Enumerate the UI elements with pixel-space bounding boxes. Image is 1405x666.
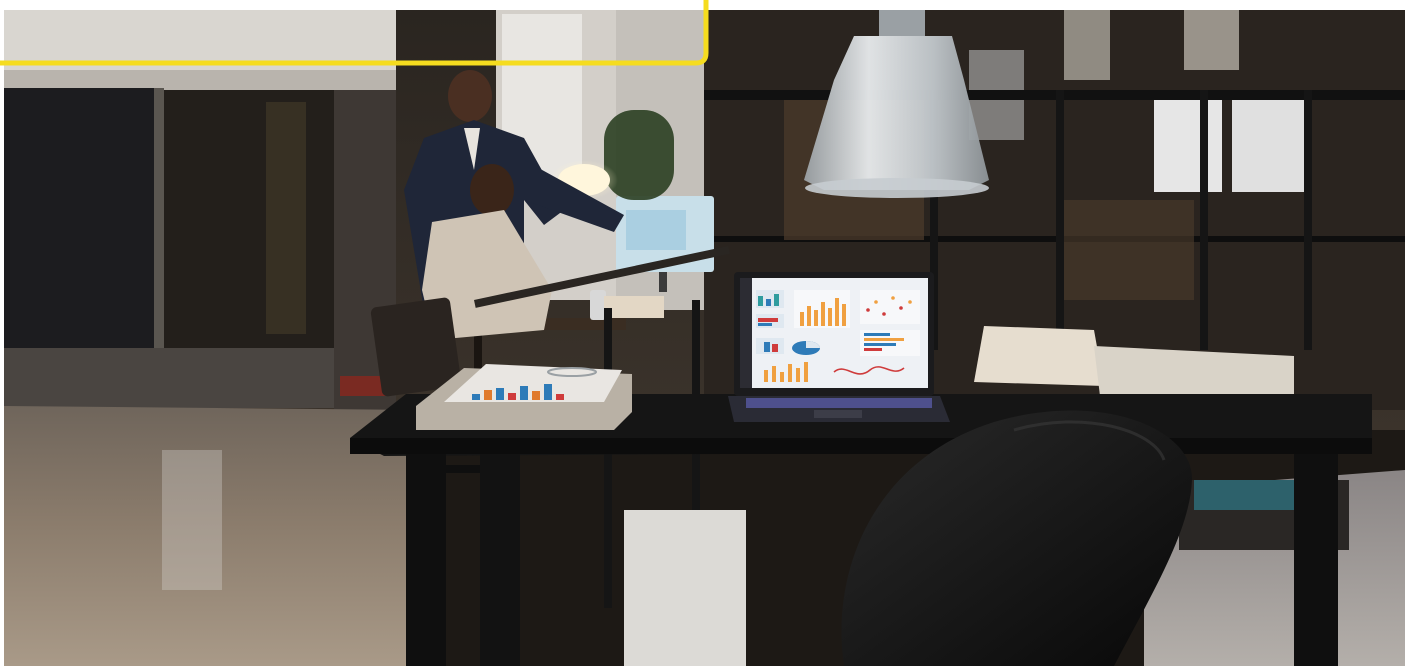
right-desk-papers xyxy=(974,326,1104,386)
left-cabinet-frame xyxy=(154,88,164,388)
left-cabinet-highlight xyxy=(266,102,306,334)
window-light-2 xyxy=(1064,10,1110,80)
desk-crossbar xyxy=(446,465,480,473)
desk-leg-right xyxy=(1294,454,1338,666)
photo-frame xyxy=(0,0,1405,666)
lower-panel xyxy=(624,510,746,666)
main-desk-edge xyxy=(350,438,1372,454)
window-light-4 xyxy=(1232,100,1304,192)
back-monitor-stand xyxy=(659,272,667,292)
desk-leg-left-1 xyxy=(406,454,446,666)
partition-post-4 xyxy=(1304,90,1312,350)
railing-post-1 xyxy=(604,308,612,608)
laptop xyxy=(728,272,950,422)
office-photo xyxy=(4,10,1405,666)
floor-reflection xyxy=(162,450,222,590)
window-light-3 xyxy=(1154,100,1222,192)
partition-post-3 xyxy=(1200,90,1208,350)
back-mug xyxy=(590,290,606,320)
partition-dark xyxy=(704,90,1405,100)
partition-post-2 xyxy=(1056,90,1064,350)
window-light-5 xyxy=(1184,10,1239,70)
wood-panel-2 xyxy=(1064,200,1194,300)
left-cabinet-dark xyxy=(4,88,154,350)
back-monitor-chart xyxy=(626,210,686,250)
office-scene-illustration xyxy=(4,10,1405,666)
back-paper xyxy=(604,296,664,318)
desk-leg-left-2 xyxy=(480,454,520,666)
left-cabinet-2 xyxy=(164,90,334,348)
